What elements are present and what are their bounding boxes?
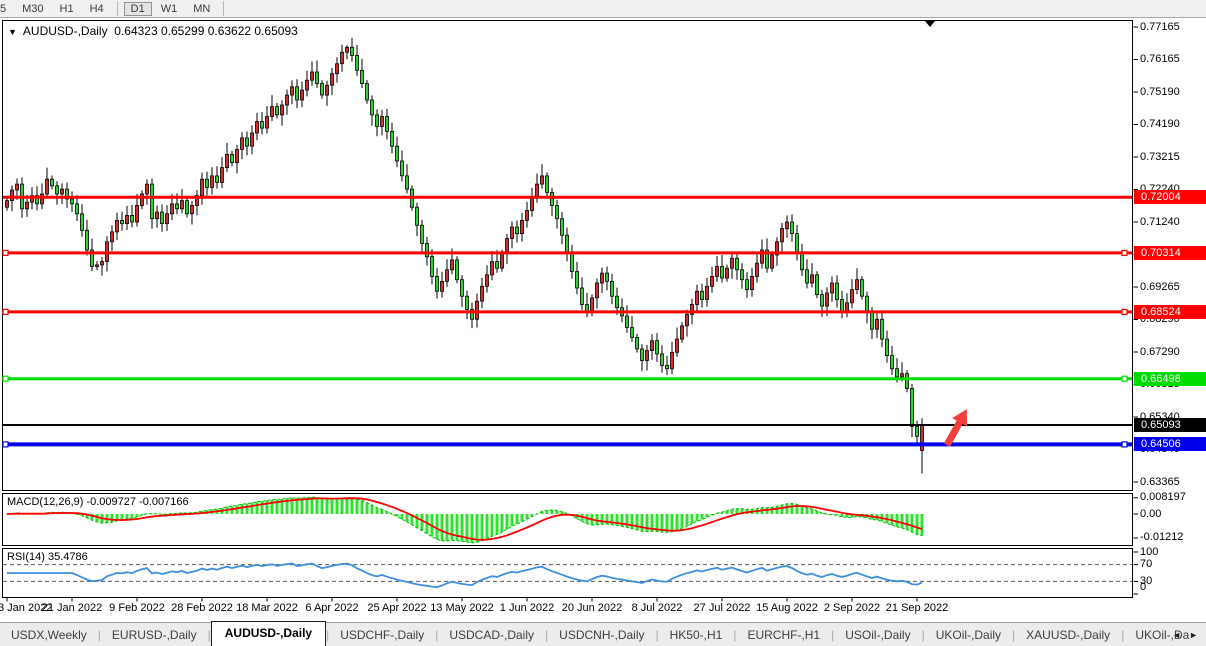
chart-tab-xauusd-daily[interactable]: XAUUSD-,Daily [1015, 624, 1121, 646]
macd-axis-label: 0.008197 [1140, 491, 1186, 504]
tab-scroll-left-icon[interactable]: ◄ [1172, 630, 1181, 640]
price-line-badge: 0.64506 [1134, 437, 1206, 451]
support-line-0.64506[interactable] [3, 442, 1132, 447]
chart-tab-audusd-daily[interactable]: AUDUSD-,Daily [211, 621, 326, 646]
chart-tab-usoil-daily[interactable]: USOil-,Daily [834, 624, 921, 646]
symbol-tabbar: USDX,Weekly|EURUSD-,Daily|AUDUSD-,Daily|… [0, 622, 1206, 646]
chart-title: ▼ AUDUSD-,Daily 0.64323 0.65299 0.63622 0… [8, 24, 298, 38]
chart-tab-usdx-weekly[interactable]: USDX,Weekly [0, 624, 98, 646]
chart-tab-usdchf-daily[interactable]: USDCHF-,Daily [329, 624, 435, 646]
chart-tab-eurusd-daily[interactable]: EURUSD-,Daily [101, 624, 208, 646]
chart-tab-usdcnh-daily[interactable]: USDCNH-,Daily [548, 624, 655, 646]
date-axis-label: 21 Sep 2022 [879, 602, 955, 614]
chart-tab-hk50-h1[interactable]: HK50-,H1 [659, 624, 734, 646]
price-axis-label: 0.69265 [1140, 281, 1180, 294]
price-line-badge: 0.65093 [1134, 418, 1206, 432]
chart-canvas[interactable] [0, 0, 1206, 646]
macd-indicator-label: MACD(12,26,9) -0.009727 -0.007166 [7, 496, 189, 508]
price-line-badge: 0.66498 [1134, 372, 1206, 386]
trading-platform-window: 5M30H1H4D1W1MN ▼AUDUSD-,Daily 0.64323 0.… [0, 0, 1206, 646]
price-axis-label: 0.74190 [1140, 118, 1180, 131]
macd-axis-label: -0.01212 [1140, 531, 1183, 544]
chart-symbol-label: AUDUSD-,Daily [23, 24, 108, 38]
price-axis-label: 0.75190 [1140, 86, 1180, 99]
macd-axis-label: 0.00 [1140, 508, 1161, 521]
price-axis-label: 0.73215 [1140, 151, 1180, 164]
tab-scroll-arrows: ◄ ► [1168, 630, 1206, 640]
tab-scroll-right-icon[interactable]: ► [1189, 630, 1198, 640]
price-line-badge: 0.68524 [1134, 305, 1206, 319]
price-axis-label: 0.71240 [1140, 216, 1180, 229]
price-axis-label: 0.76165 [1140, 53, 1180, 66]
chart-tab-ukoil-daily[interactable]: UKOil-,Daily [925, 624, 1012, 646]
price-axis-label: 0.67290 [1140, 346, 1180, 359]
price-axis-label: 0.63365 [1140, 476, 1180, 489]
chart-tab-eurchf-h1[interactable]: EURCHF-,H1 [736, 624, 831, 646]
price-line-badge: 0.72004 [1134, 190, 1206, 204]
rsi-panel[interactable] [3, 549, 1133, 598]
price-line-badge: 0.70314 [1134, 246, 1206, 260]
price-axis-label: 0.77165 [1140, 21, 1180, 34]
rsi-axis-label: 0 [1140, 581, 1146, 594]
chart-tab-usdcad-daily[interactable]: USDCAD-,Daily [438, 624, 545, 646]
chart-dropdown-icon[interactable]: ▼ [8, 27, 17, 37]
chart-ohlc-values: 0.64323 0.65299 0.63622 0.65093 [114, 24, 298, 38]
rsi-indicator-label: RSI(14) 35.4786 [7, 551, 88, 563]
rsi-axis-label: 70 [1140, 558, 1152, 571]
